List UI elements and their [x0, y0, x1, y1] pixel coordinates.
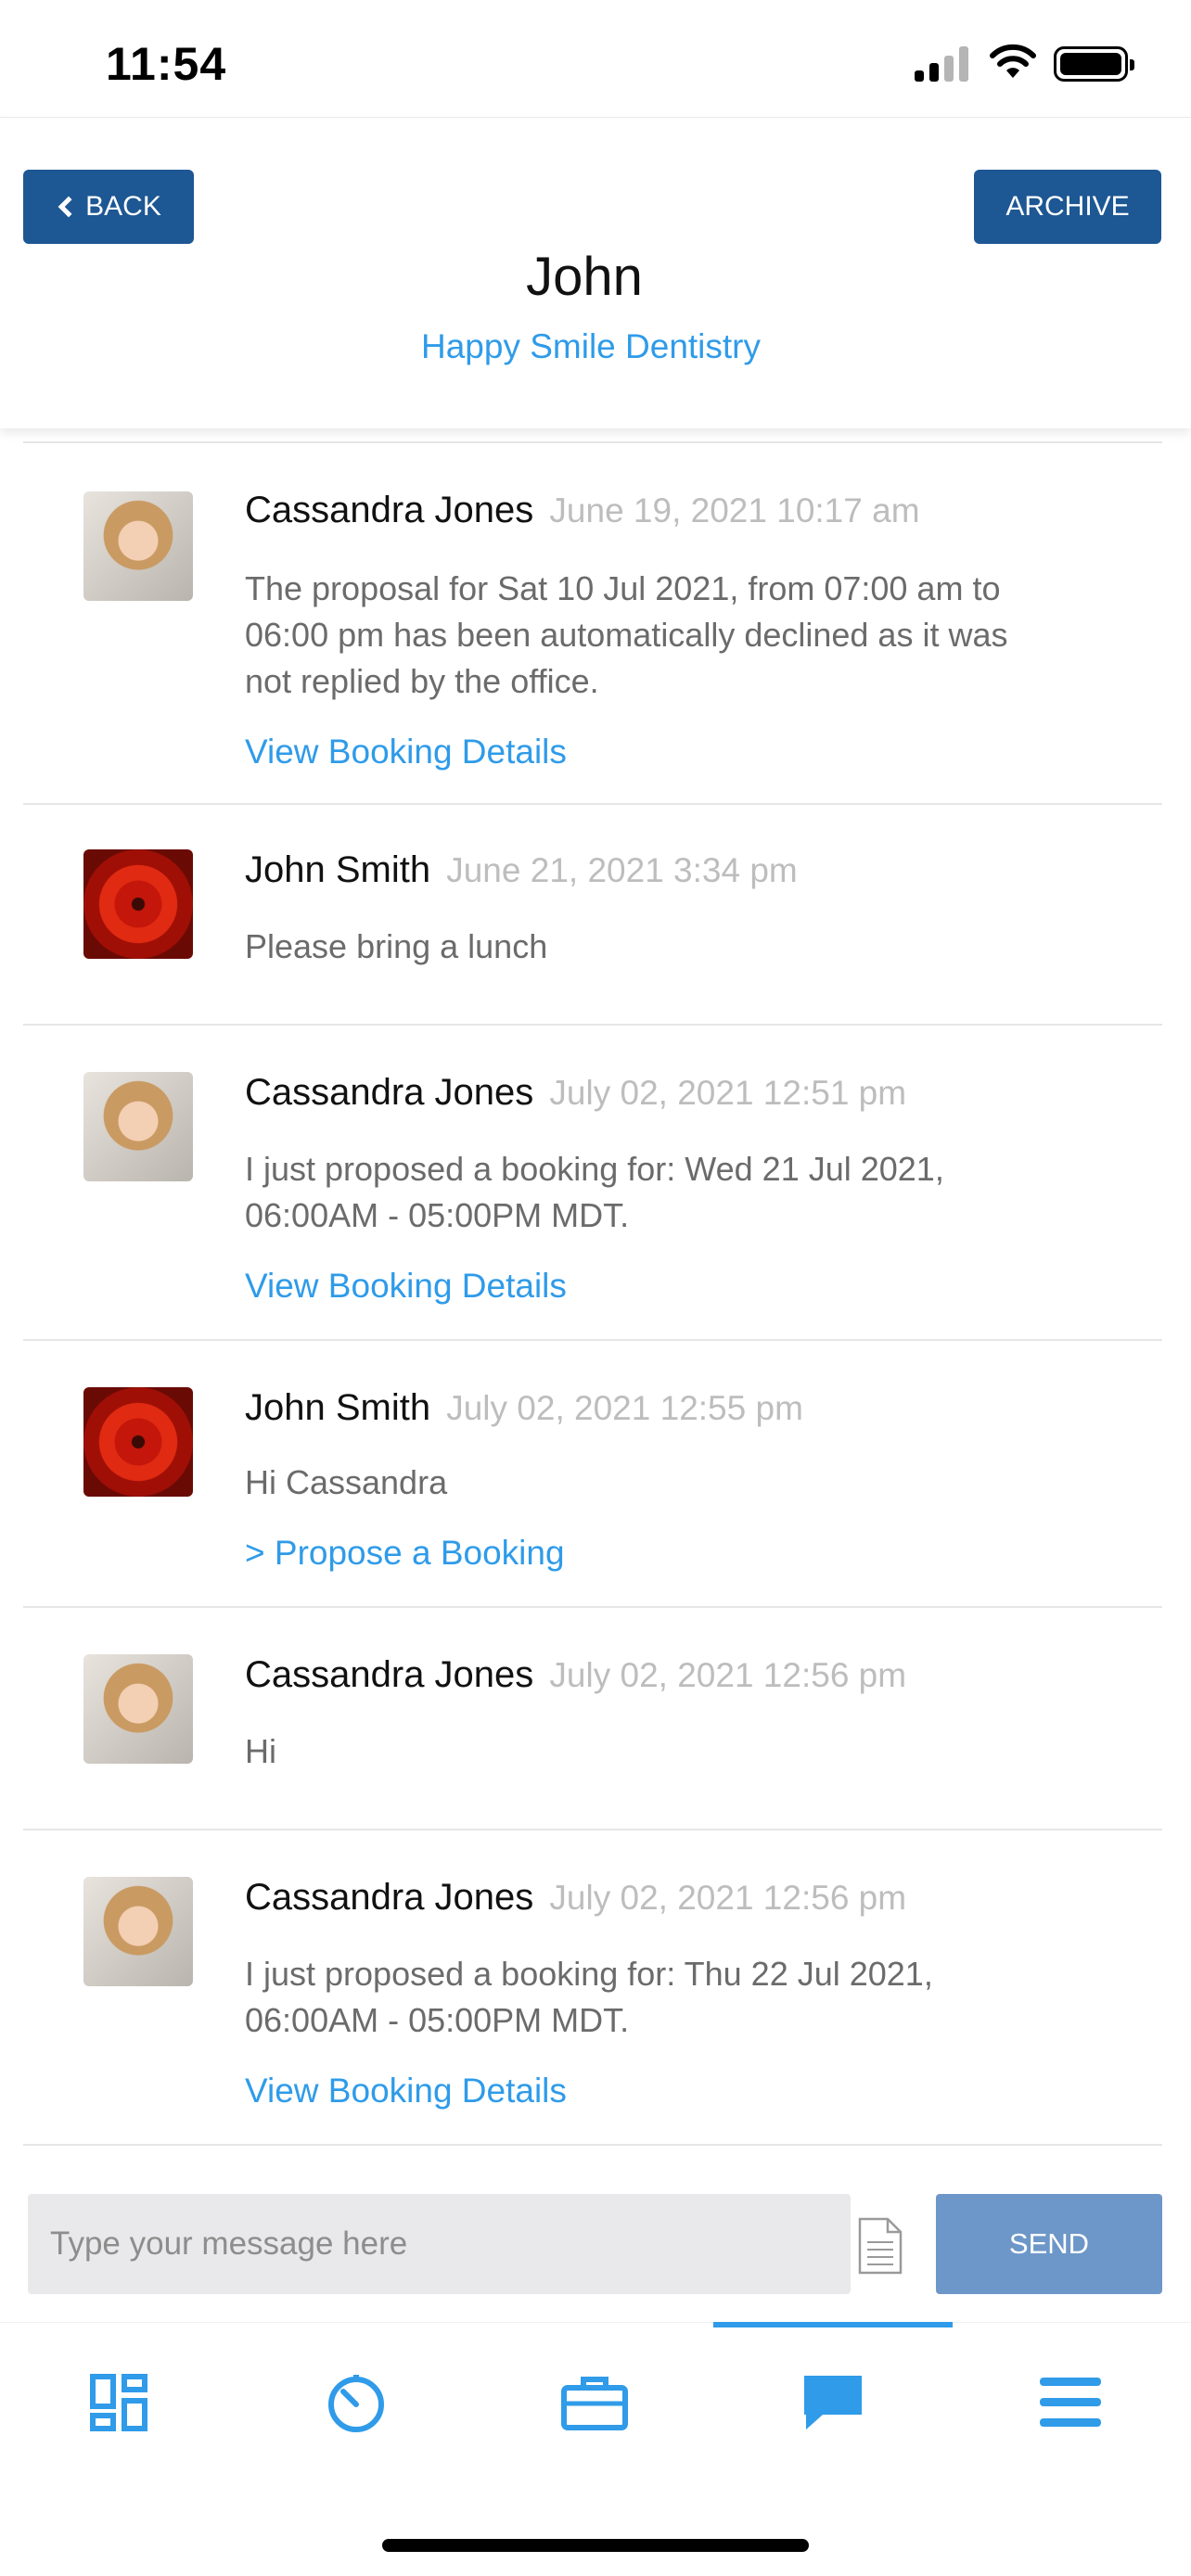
sender-name: Cassandra Jones: [245, 490, 534, 530]
tab-timesheet[interactable]: [310, 2356, 403, 2449]
back-button-label: BACK: [85, 191, 161, 222]
message-timestamp: June 21, 2021 3:34 pm: [446, 851, 798, 889]
cellular-signal-icon: [915, 46, 970, 82]
avatar: [83, 1654, 193, 1764]
chat-bubble-icon: [804, 2376, 862, 2429]
sender-name: Cassandra Jones: [245, 1072, 534, 1113]
message-item: Cassandra Jones July 02, 2021 12:56 pm I…: [23, 1830, 1162, 2146]
avatar: [83, 1877, 193, 1986]
status-bar: 11:54: [0, 0, 1191, 115]
tab-menu[interactable]: [1024, 2356, 1117, 2449]
contact-name: John: [526, 247, 643, 307]
tab-jobs[interactable]: [548, 2356, 641, 2449]
dashboard-grid-icon: [90, 2374, 147, 2431]
message-item: John Smith July 02, 2021 12:55 pm Hi Cas…: [23, 1341, 1162, 1608]
status-time: 11:54: [106, 38, 227, 90]
sender-name: Cassandra Jones: [245, 1877, 534, 1918]
message-body: I just proposed a booking for: Thu 22 Ju…: [245, 1951, 1135, 2044]
home-indicator[interactable]: [382, 2539, 809, 2552]
message-body: Please bring a lunch: [245, 924, 1135, 970]
archive-button[interactable]: ARCHIVE: [974, 170, 1161, 244]
message-sender: John Smith July 02, 2021 12:55 pm: [245, 1387, 803, 1429]
message-body: The proposal for Sat 10 Jul 2021, from 0…: [245, 566, 1135, 705]
message-timestamp: July 02, 2021 12:56 pm: [549, 1656, 907, 1694]
message-body: I just proposed a booking for: Wed 21 Ju…: [245, 1146, 1135, 1239]
message-line: I just proposed a booking for: Thu 22 Ju…: [245, 1955, 933, 1993]
battery-icon: [1054, 46, 1134, 82]
message-body: Hi: [245, 1728, 1135, 1775]
message-line: Hi: [245, 1732, 276, 1770]
message-line: 06:00 pm has been automatically declined…: [245, 616, 1008, 654]
message-line: 06:00AM - 05:00PM MDT.: [245, 1196, 630, 1234]
avatar: [83, 1387, 193, 1497]
message-sender: Cassandra Jones July 02, 2021 12:56 pm: [245, 1877, 906, 1919]
message-item: Cassandra Jones July 02, 2021 12:51 pm I…: [23, 1026, 1162, 1341]
message-line: Please bring a lunch: [245, 927, 548, 965]
active-tab-indicator: [713, 2322, 953, 2327]
tab-dashboard[interactable]: [72, 2356, 165, 2449]
stopwatch-icon: [328, 2375, 384, 2432]
message-timestamp: July 02, 2021 12:56 pm: [549, 1879, 907, 1917]
briefcase-icon: [561, 2377, 628, 2430]
message-timestamp: July 02, 2021 12:55 pm: [446, 1389, 803, 1427]
document-icon[interactable]: [857, 2216, 903, 2276]
message-timestamp: June 19, 2021 10:17 am: [549, 491, 920, 529]
back-button[interactable]: BACK: [23, 170, 194, 244]
message-body: Hi Cassandra: [245, 1460, 1135, 1506]
view-booking-details-link[interactable]: View Booking Details: [245, 1267, 567, 1306]
hamburger-menu-icon: [1040, 2378, 1101, 2427]
practice-name-link[interactable]: Happy Smile Dentistry: [0, 327, 1182, 366]
message-timestamp: July 02, 2021 12:51 pm: [549, 1074, 907, 1112]
chevron-left-icon: [58, 196, 80, 218]
message-line: 06:00AM - 05:00PM MDT.: [245, 2001, 630, 2039]
propose-booking-link[interactable]: > Propose a Booking: [245, 1534, 565, 1573]
sender-name: Cassandra Jones: [245, 1654, 534, 1695]
avatar: [83, 849, 193, 959]
message-sender: Cassandra Jones June 19, 2021 10:17 am: [245, 490, 920, 531]
message-sender: Cassandra Jones July 02, 2021 12:51 pm: [245, 1072, 906, 1114]
wifi-icon: [990, 44, 1036, 78]
message-line: I just proposed a booking for: Wed 21 Ju…: [245, 1150, 944, 1188]
conversation-header: BACK ARCHIVE John Happy Smile Dentistry: [0, 117, 1191, 428]
avatar: [83, 491, 193, 601]
sender-name: John Smith: [245, 849, 431, 890]
bottom-tab-bar: [0, 2322, 1191, 2472]
view-booking-details-link[interactable]: View Booking Details: [245, 733, 567, 772]
sender-name: John Smith: [245, 1387, 431, 1428]
send-button[interactable]: SEND: [936, 2194, 1162, 2294]
message-item: John Smith June 21, 2021 3:34 pm Please …: [23, 805, 1162, 1026]
avatar: [83, 1072, 193, 1181]
message-line: not replied by the office.: [245, 662, 599, 700]
message-item: Cassandra Jones July 02, 2021 12:56 pm H…: [23, 1608, 1162, 1830]
view-booking-details-link[interactable]: View Booking Details: [245, 2072, 567, 2111]
message-item: Cassandra Jones June 19, 2021 10:17 am T…: [23, 441, 1162, 805]
tab-messages[interactable]: [787, 2356, 879, 2449]
message-sender: John Smith June 21, 2021 3:34 pm: [245, 849, 798, 891]
message-input[interactable]: [28, 2194, 851, 2294]
message-sender: Cassandra Jones July 02, 2021 12:56 pm: [245, 1654, 906, 1696]
message-line: The proposal for Sat 10 Jul 2021, from 0…: [245, 569, 1001, 607]
message-line: Hi Cassandra: [245, 1463, 448, 1501]
